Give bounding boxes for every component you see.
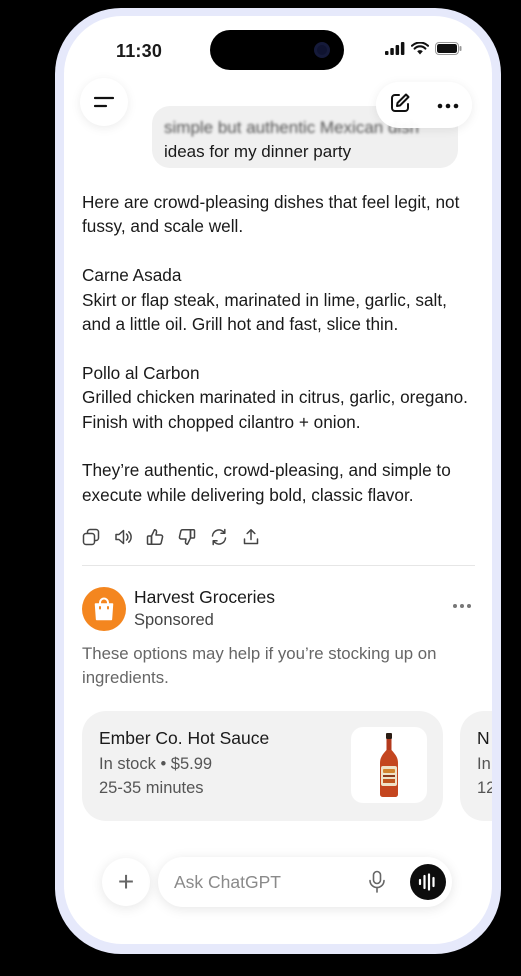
shopping-bag-icon (82, 587, 126, 631)
divider (82, 565, 475, 566)
composer (158, 857, 452, 907)
thumbs-up-icon[interactable] (146, 528, 164, 546)
add-attachment-button[interactable]: + (102, 858, 150, 906)
wifi-icon (411, 42, 429, 55)
dish-block: Pollo al Carbon Grilled chicken marinate… (82, 361, 478, 434)
assistant-intro: Here are crowd-pleasing dishes that feel… (82, 192, 460, 237)
dictate-button[interactable] (368, 870, 386, 899)
ad-copy: These options may help if you’re stockin… (82, 644, 437, 688)
dish-name: Pollo al Carbon (82, 362, 200, 383)
dish-block: Carne Asada Skirt or flap steak, marinat… (82, 263, 478, 336)
chat-input[interactable] (174, 869, 364, 895)
product-name: Ember Co. Hot Sauce (99, 728, 270, 748)
assistant-message: Here are crowd-pleasing dishes that feel… (82, 190, 478, 532)
advertiser-info: Harvest Groceries Sponsored (134, 586, 275, 632)
compose-icon (391, 93, 410, 112)
product-image (351, 727, 427, 803)
microphone-icon (369, 870, 385, 893)
phone-screen: 11:30 simple but authentic Mexican dish … (64, 16, 492, 944)
product-stock-price: In (477, 755, 491, 773)
user-message-line-2: ideas for my dinner party (164, 142, 352, 161)
voice-mode-button[interactable] (410, 864, 446, 900)
plus-icon: + (117, 866, 135, 897)
copy-icon[interactable] (82, 528, 100, 546)
product-card[interactable]: Ember Co. Hot Sauce In stock • $5.99 25-… (82, 711, 443, 821)
thumbs-down-icon[interactable] (178, 528, 196, 546)
dish-name: Carne Asada (82, 265, 182, 286)
product-stock-price: In stock • $5.99 (99, 755, 213, 773)
header-actions (376, 82, 472, 128)
dish-description: Skirt or flap steak, marinated in lime, … (82, 289, 447, 335)
more-icon (437, 103, 459, 109)
more-icon (453, 604, 471, 608)
battery-icon (435, 42, 462, 55)
regenerate-icon[interactable] (210, 528, 228, 546)
ad-more-button[interactable] (452, 596, 472, 614)
product-name: N (477, 728, 490, 748)
menu-button[interactable] (80, 78, 128, 126)
product-delivery-time: 25-35 minutes (99, 779, 204, 797)
product-delivery-time: 12 (477, 779, 492, 797)
advertiser-header[interactable]: Harvest Groceries Sponsored (82, 586, 275, 632)
assistant-outro: They’re authentic, crowd-pleasing, and s… (82, 460, 451, 505)
advertiser-name: Harvest Groceries (134, 587, 276, 607)
product-card[interactable]: N In 12 (460, 711, 492, 821)
read-aloud-icon[interactable] (114, 528, 132, 546)
menu-icon (94, 96, 114, 108)
voice-waveform-icon (418, 873, 435, 891)
share-icon[interactable] (242, 528, 260, 546)
more-options-button[interactable] (437, 96, 459, 114)
status-icons (385, 42, 462, 55)
new-chat-button[interactable] (389, 92, 411, 119)
signal-icon (385, 42, 405, 55)
sponsored-label: Sponsored (134, 611, 214, 629)
dynamic-island (210, 30, 344, 70)
hot-sauce-bottle-icon (380, 733, 398, 797)
message-actions (82, 528, 260, 546)
dish-description: Grilled chicken marinated in citrus, gar… (82, 387, 468, 432)
status-time: 11:30 (116, 41, 163, 61)
camera-icon (314, 42, 330, 58)
